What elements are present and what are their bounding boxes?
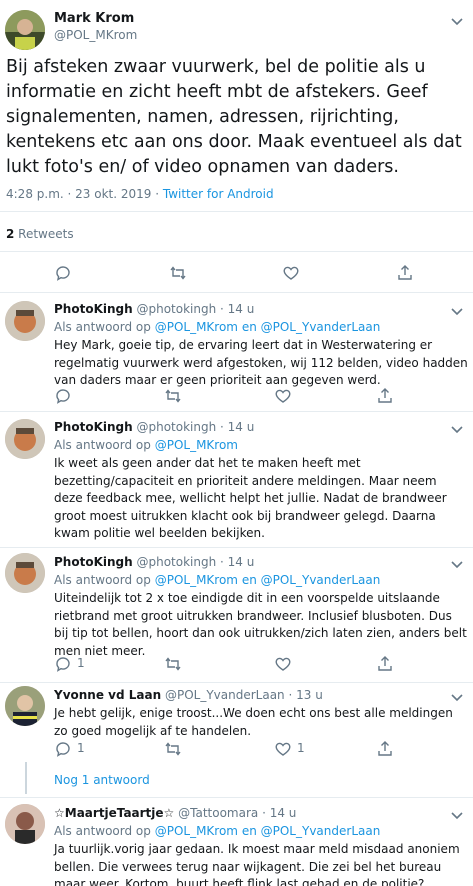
main-tweet-text: Bij afsteken zwaar vuurwerk, bel de poli… <box>6 57 462 177</box>
reply-text: Hey Mark, goeie tip, de ervaring leert d… <box>54 338 468 387</box>
reply-context: Als antwoord op @POL_MKrom en @POL_Yvand… <box>54 320 381 334</box>
reply-header: PhotoKingh @photokingh · 14 u <box>54 555 254 569</box>
reply-icon[interactable] <box>54 655 72 673</box>
like-icon[interactable] <box>282 264 300 282</box>
reply-time[interactable]: · 14 u <box>220 420 254 434</box>
retweet-icon[interactable] <box>164 387 182 405</box>
divider <box>0 682 473 683</box>
reply-time[interactable]: · 13 u <box>289 688 323 702</box>
reply-text: Uiteindelijk tot 2 x toe eindigde dit in… <box>54 591 467 658</box>
chevron-down-icon[interactable] <box>448 302 466 320</box>
reply-header: PhotoKingh @photokingh · 14 u <box>54 302 254 316</box>
mention-link[interactable]: @POL_MKrom <box>155 320 238 334</box>
like-count: 1 <box>297 741 305 755</box>
like-icon[interactable] <box>274 655 292 673</box>
reply-icon[interactable] <box>54 264 72 282</box>
retweet-icon[interactable] <box>164 655 182 673</box>
reply-header: ☆MaartjeTaartje☆ @Tattoomara · 14 u <box>54 806 296 820</box>
reply-header: Yvonne vd Laan @POL_YvanderLaan · 13 u <box>54 688 323 702</box>
reply-text: Je hebt gelijk, enige troost...We doen e… <box>54 706 453 738</box>
retweet-icon[interactable] <box>164 740 182 758</box>
reply-author-name[interactable]: PhotoKingh <box>54 420 133 434</box>
reply-time[interactable]: · 14 u <box>220 555 254 569</box>
divider <box>0 411 473 412</box>
share-icon[interactable] <box>376 387 394 405</box>
thread-line <box>25 762 27 794</box>
reply-author-name[interactable]: Yvonne vd Laan <box>54 688 161 702</box>
divider <box>0 797 473 798</box>
divider <box>0 251 473 252</box>
reply-text: Ja tuurlijk.vorig jaar gedaan. Ik moest … <box>54 842 460 886</box>
divider <box>0 211 473 212</box>
tweet-source-link[interactable]: Twitter for Android <box>163 187 274 201</box>
share-icon[interactable] <box>396 264 414 282</box>
divider <box>0 547 473 548</box>
share-icon[interactable] <box>376 655 394 673</box>
reply-context: Als antwoord op @POL_MKrom <box>54 438 238 452</box>
share-icon[interactable] <box>376 740 394 758</box>
reply-author-handle[interactable]: @POL_YvanderLaan <box>165 688 285 702</box>
mention-link[interactable]: @POL_MKrom <box>155 573 238 587</box>
divider <box>0 292 473 293</box>
reply-author-handle[interactable]: @Tattoomara <box>178 806 258 820</box>
reply-header: PhotoKingh @photokingh · 14 u <box>54 420 254 434</box>
main-author-handle[interactable]: @POL_MKrom <box>54 28 137 42</box>
like-icon[interactable] <box>274 387 292 405</box>
reply-count: 1 <box>77 741 85 755</box>
reply-time[interactable]: · 14 u <box>262 806 296 820</box>
reply-tweet[interactable]: PhotoKingh @photokingh · 14 u Als antwoo… <box>0 555 473 675</box>
reply-time[interactable]: · 14 u <box>220 302 254 316</box>
mention-link[interactable]: @POL_MKrom <box>155 438 238 452</box>
chevron-down-icon[interactable] <box>448 12 466 30</box>
reply-count: 1 <box>77 656 85 670</box>
chevron-down-icon[interactable] <box>448 420 466 438</box>
mention-link[interactable]: @POL_YvanderLaan <box>261 573 381 587</box>
reply-icon[interactable] <box>54 740 72 758</box>
reply-text: Ik weet als geen ander dat het te maken … <box>54 456 447 540</box>
main-author-avatar[interactable] <box>5 10 45 50</box>
reply-tweet[interactable]: PhotoKingh @photokingh · 14 u Als antwoo… <box>0 420 473 540</box>
show-more-replies-link[interactable]: Nog 1 antwoord <box>54 773 150 787</box>
reply-tweet[interactable]: PhotoKingh @photokingh · 14 u Als antwoo… <box>0 302 473 405</box>
reply-author-name[interactable]: PhotoKingh <box>54 555 133 569</box>
reply-tweet[interactable]: ☆MaartjeTaartje☆ @Tattoomara · 14 u Als … <box>0 806 473 886</box>
like-icon[interactable] <box>274 740 292 758</box>
mention-link[interactable]: @POL_MKrom <box>155 824 238 838</box>
reply-context: Als antwoord op @POL_MKrom en @POL_Yvand… <box>54 573 381 587</box>
reply-author-handle[interactable]: @photokingh <box>136 302 216 316</box>
reply-context: Als antwoord op @POL_MKrom en @POL_Yvand… <box>54 824 381 838</box>
main-author-name[interactable]: Mark Krom <box>54 11 134 26</box>
chevron-down-icon[interactable] <box>448 555 466 573</box>
tweet-timestamp[interactable]: 4:28 p.m. · 23 okt. 2019 · <box>6 187 163 201</box>
chevron-down-icon[interactable] <box>448 806 466 824</box>
retweet-count[interactable]: 2 Retweets <box>6 227 74 241</box>
reply-author-name[interactable]: PhotoKingh <box>54 302 133 316</box>
retweet-icon[interactable] <box>169 264 187 282</box>
reply-author-name[interactable]: ☆MaartjeTaartje☆ <box>54 806 174 820</box>
reply-author-handle[interactable]: @photokingh <box>136 420 216 434</box>
tweet-thread-page: Mark Krom @POL_MKrom Bij afsteken zwaar … <box>0 0 473 886</box>
chevron-down-icon[interactable] <box>448 688 466 706</box>
reply-author-handle[interactable]: @photokingh <box>136 555 216 569</box>
tweet-meta: 4:28 p.m. · 23 okt. 2019 · Twitter for A… <box>6 187 274 201</box>
mention-link[interactable]: @POL_YvanderLaan <box>261 824 381 838</box>
reply-tweet[interactable]: Yvonne vd Laan @POL_YvanderLaan · 13 u J… <box>0 688 473 758</box>
reply-icon[interactable] <box>54 387 72 405</box>
mention-link[interactable]: @POL_YvanderLaan <box>261 320 381 334</box>
